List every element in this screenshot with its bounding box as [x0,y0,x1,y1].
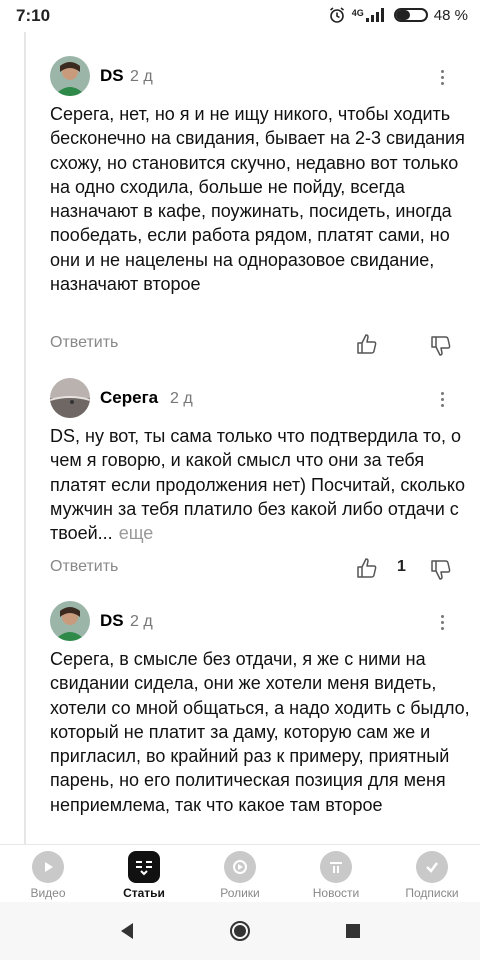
shorts-icon [224,851,256,883]
comment: DS 2 д Серега, нет, но я и не ищу никого… [0,32,480,394]
comment-author[interactable]: DS [100,611,124,631]
avatar[interactable] [50,56,90,96]
status-bar: 7:10 4G 48 % [0,0,480,32]
articles-icon [128,851,160,883]
status-icons: 4G 48 % [328,6,468,24]
battery-percent: 48 % [433,6,468,24]
thread-line [24,362,26,612]
home-icon[interactable] [228,919,252,943]
comment-age: 2 д [130,613,153,630]
nav-label: Видео [30,886,66,900]
battery-icon [393,8,428,22]
like-icon[interactable] [356,333,378,355]
more-options-icon[interactable] [432,387,452,411]
comment-text: DS, ну вот, ты сама только что подтверди… [50,424,470,545]
avatar[interactable] [50,378,90,418]
thread-line [24,587,26,844]
comment-age: 2 д [130,68,153,85]
like-icon[interactable] [356,557,378,579]
comment-author[interactable]: Серега [100,388,158,408]
status-time: 7:10 [16,6,51,25]
system-navigation-bar [0,902,480,960]
nav-label: Ролики [220,886,260,900]
nav-label: Статьи [123,886,165,900]
more-options-icon[interactable] [432,65,452,89]
comment-text-content: DS, ну вот, ты сама только что подтверди… [50,426,466,544]
back-icon[interactable] [115,919,139,943]
comments-feed[interactable]: DS 2 д Серега, нет, но я и не ищу никого… [0,32,480,844]
nav-item-articles[interactable]: Статьи [96,845,192,903]
bottom-navigation: Видео Статьи Ролики Новости Подписки [0,844,480,903]
reply-button[interactable]: Ответить [50,334,118,352]
nav-item-news[interactable]: Новости [288,845,384,903]
nav-item-subscriptions[interactable]: Подписки [384,845,480,903]
comment-age: 2 д [170,390,193,407]
like-count: 1 [397,558,406,575]
video-icon [32,851,64,883]
comment-text: Серега, в смысле без отдачи, я же с ними… [50,649,470,815]
dislike-icon[interactable] [430,335,452,357]
comment-text: Серега, нет, но я и не ищу никого, чтобы… [50,104,465,295]
more-options-icon[interactable] [432,610,452,634]
comment: DS 2 д Серега, в смысле без отдачи, я же… [0,587,480,844]
battery-fill [395,10,411,20]
thread-line [24,32,26,394]
dislike-icon[interactable] [430,559,452,581]
nav-label: Новости [312,886,360,900]
avatar[interactable] [50,601,90,641]
subscriptions-icon [416,851,448,883]
nav-item-shorts[interactable]: Ролики [192,845,288,903]
signal-icon: 4G [352,8,388,22]
reply-button[interactable]: Ответить [50,558,118,576]
comment-author[interactable]: DS [100,66,124,86]
alarm-icon [329,7,344,23]
nav-item-video[interactable]: Видео [0,845,96,903]
expand-more-link[interactable]: еще [119,523,154,543]
nav-label: Подписки [405,886,459,900]
news-icon [320,851,352,883]
network-type: 4G [351,8,364,18]
recent-apps-icon[interactable] [341,919,365,943]
comment: Серега 2 д DS, ну вот, ты сама только чт… [0,362,480,612]
